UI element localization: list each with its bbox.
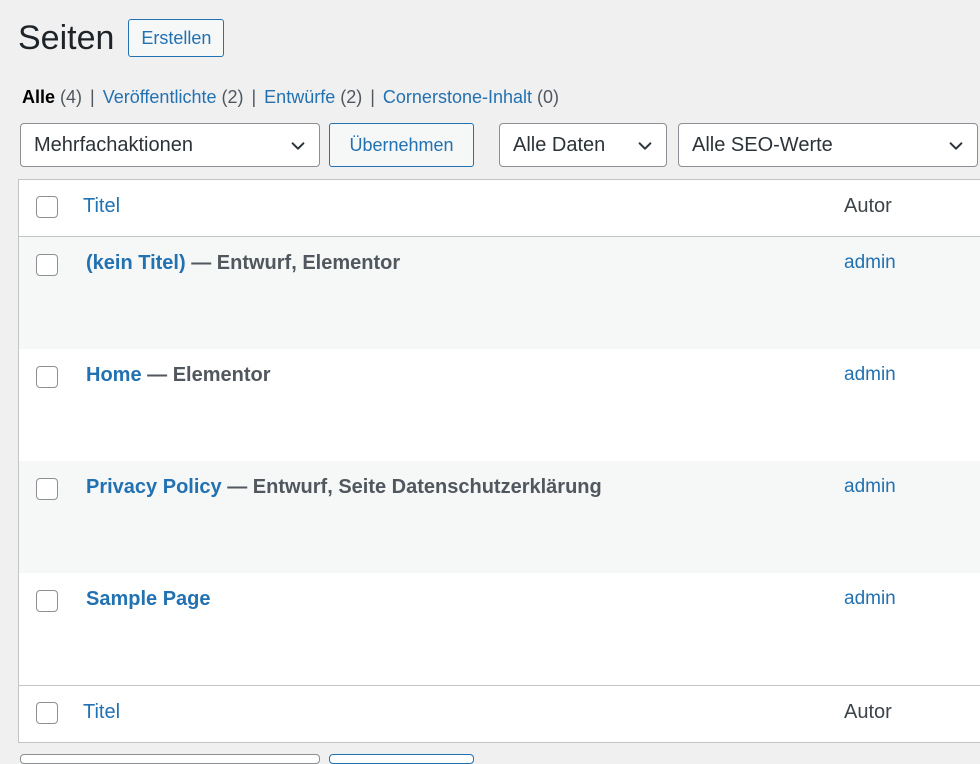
row-title-link[interactable]: Privacy Policy xyxy=(86,476,222,498)
apply-button[interactable]: Übernehmen xyxy=(329,123,474,167)
table-header: Titel Autor xyxy=(19,180,980,237)
row-title: (kein Titel) — Entwurf, Elementor xyxy=(86,252,400,275)
row-author-link[interactable]: admin xyxy=(844,476,896,498)
row-checkbox[interactable] xyxy=(36,366,58,388)
row-post-state: — Entwurf, Elementor xyxy=(185,252,401,274)
apply-button-bottom[interactable] xyxy=(329,754,474,764)
page-header: Seiten Erstellen xyxy=(18,14,225,62)
filter-separator: | xyxy=(370,87,375,107)
filter-cornerstone[interactable]: Cornerstone-Inhalt (0) xyxy=(383,87,559,107)
chevron-down-icon xyxy=(291,142,305,150)
row-checkbox[interactable] xyxy=(36,478,58,500)
row-title-link[interactable]: Sample Page xyxy=(86,588,211,610)
row-title: Home — Elementor xyxy=(86,364,271,387)
filter-separator: | xyxy=(90,87,95,107)
row-author-link[interactable]: admin xyxy=(844,588,896,610)
row-title-link[interactable]: Home xyxy=(86,364,142,386)
column-author: Autor xyxy=(844,195,892,217)
row-checkbox[interactable] xyxy=(36,590,58,612)
filter-separator: | xyxy=(251,87,257,107)
filter-all[interactable]: Alle (4) xyxy=(22,87,82,107)
row-checkbox[interactable] xyxy=(36,254,58,276)
tablenav-top: Mehrfachaktionen Übernehmen Alle Daten A… xyxy=(20,123,980,169)
chevron-down-icon xyxy=(638,142,652,150)
seo-filter-value: Alle SEO-Werte xyxy=(692,133,833,156)
page-title: Seiten xyxy=(18,19,115,57)
filter-published[interactable]: Veröffentlichte (2) xyxy=(103,87,244,107)
row-author-link[interactable]: admin xyxy=(844,252,896,274)
bulk-actions-value: Mehrfachaktionen xyxy=(34,133,193,156)
select-all-checkbox-footer[interactable] xyxy=(36,702,58,724)
table-row: Privacy Policy — Entwurf, Seite Datensch… xyxy=(19,461,980,573)
status-filter-links: Alle (4) | Veröffentlichte (2) | Entwürfe (2… xyxy=(22,84,559,110)
chevron-down-icon xyxy=(949,142,963,150)
row-title-link[interactable]: (kein Titel) xyxy=(86,252,186,274)
select-all-checkbox[interactable] xyxy=(36,196,58,218)
column-title-sort[interactable]: Titel xyxy=(83,195,120,218)
seo-filter-select[interactable]: Alle SEO-Werte xyxy=(678,123,978,167)
row-post-state: — Elementor xyxy=(141,364,271,386)
row-author-link[interactable]: admin xyxy=(844,364,896,386)
column-author-footer: Autor xyxy=(844,701,892,723)
table-footer: Titel Autor xyxy=(19,685,980,742)
table-row: (kein Titel) — Entwurf, Elementor admin xyxy=(19,237,980,349)
create-page-button[interactable]: Erstellen xyxy=(128,19,225,57)
pages-table: Titel Autor (kein Titel) — Entwurf, Elem… xyxy=(18,179,980,743)
date-filter-value: Alle Daten xyxy=(513,133,606,156)
bulk-actions-select[interactable]: Mehrfachaktionen xyxy=(20,123,320,167)
table-row: Home — Elementor admin xyxy=(19,349,980,461)
filter-drafts[interactable]: Entwürfe (2) xyxy=(264,87,362,107)
row-post-state: — Entwurf, Seite Datenschutzerklärung xyxy=(221,476,602,498)
column-title-sort-footer[interactable]: Titel xyxy=(83,701,120,724)
bulk-actions-select-bottom[interactable] xyxy=(20,754,320,764)
row-title: Privacy Policy — Entwurf, Seite Datensch… xyxy=(86,476,602,499)
row-title: Sample Page xyxy=(86,588,211,611)
table-row: Sample Page admin xyxy=(19,573,980,685)
date-filter-select[interactable]: Alle Daten xyxy=(499,123,667,167)
